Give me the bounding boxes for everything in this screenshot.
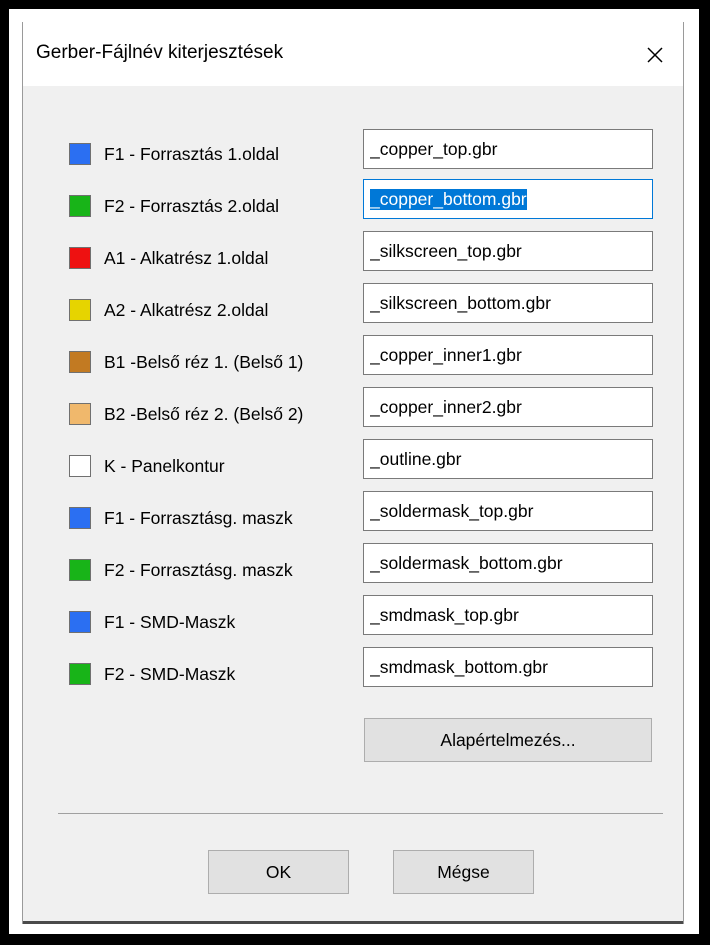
ok-button[interactable]: OK bbox=[208, 850, 349, 894]
title-bar: Gerber-Fájlnév kiterjesztések bbox=[23, 22, 683, 86]
layer-name: F2 - Forrasztás 2.oldal bbox=[104, 195, 280, 216]
layer-extension-input-b1-inner[interactable] bbox=[363, 335, 653, 375]
layer-name: F2 - SMD-Maszk bbox=[104, 663, 236, 684]
layer-name: F1 - SMD-Maszk bbox=[104, 611, 236, 632]
layer-label-f1-copper: F1 - Forrasztás 1.oldal bbox=[69, 142, 279, 166]
layer-extension-input-b2-inner[interactable] bbox=[363, 387, 653, 427]
layer-color-swatch bbox=[69, 195, 91, 217]
layer-extension-input-a2-silkscreen[interactable] bbox=[363, 283, 653, 323]
layer-color-swatch bbox=[69, 403, 91, 425]
layer-extension-input-k-outline[interactable] bbox=[363, 439, 653, 479]
window-bottom-border bbox=[23, 921, 683, 924]
cancel-button[interactable]: Mégse bbox=[393, 850, 534, 894]
layer-color-swatch bbox=[69, 611, 91, 633]
gerber-extensions-dialog: Gerber-Fájlnév kiterjesztések F1 - Forra… bbox=[22, 22, 684, 924]
layer-label-f1-soldermask: F1 - Forrasztásg. maszk bbox=[69, 506, 293, 530]
layer-name: B1 -Belső réz 1. (Belső 1) bbox=[104, 351, 304, 372]
layer-label-f2-copper: F2 - Forrasztás 2.oldal bbox=[69, 194, 279, 218]
layer-extension-input-f2-copper[interactable] bbox=[363, 179, 653, 219]
layer-extension-input-f1-soldermask[interactable] bbox=[363, 491, 653, 531]
defaults-button[interactable]: Alapértelmezés... bbox=[364, 718, 652, 762]
layer-extension-input-f2-smdmask[interactable] bbox=[363, 647, 653, 687]
layer-extension-input-f1-smdmask[interactable] bbox=[363, 595, 653, 635]
layer-color-swatch bbox=[69, 351, 91, 373]
layer-color-swatch bbox=[69, 559, 91, 581]
close-button[interactable] bbox=[635, 35, 675, 75]
layer-extension-input-f2-soldermask[interactable] bbox=[363, 543, 653, 583]
layer-color-swatch bbox=[69, 143, 91, 165]
layer-name: F1 - Forrasztás 1.oldal bbox=[104, 143, 280, 164]
close-icon bbox=[647, 47, 663, 63]
layer-name: A2 - Alkatrész 2.oldal bbox=[104, 299, 269, 320]
layer-label-a1-silkscreen: A1 - Alkatrész 1.oldal bbox=[69, 246, 268, 270]
dialog-title: Gerber-Fájlnév kiterjesztések bbox=[36, 42, 284, 63]
layer-label-f2-smdmask: F2 - SMD-Maszk bbox=[69, 662, 235, 686]
layer-name: K - Panelkontur bbox=[104, 455, 225, 476]
layer-label-f2-soldermask: F2 - Forrasztásg. maszk bbox=[69, 558, 293, 582]
layer-label-k-outline: K - Panelkontur bbox=[69, 454, 225, 478]
separator bbox=[58, 813, 663, 814]
layer-label-f1-smdmask: F1 - SMD-Maszk bbox=[69, 610, 235, 634]
layer-label-b1-inner: B1 -Belső réz 1. (Belső 1) bbox=[69, 350, 303, 374]
layer-color-swatch bbox=[69, 663, 91, 685]
layer-color-swatch bbox=[69, 247, 91, 269]
layer-name: B2 -Belső réz 2. (Belső 2) bbox=[104, 403, 304, 424]
layer-name: F1 - Forrasztásg. maszk bbox=[104, 507, 293, 528]
layer-color-swatch bbox=[69, 299, 91, 321]
layer-extension-input-a1-silkscreen[interactable] bbox=[363, 231, 653, 271]
layer-color-swatch bbox=[69, 507, 91, 529]
layer-extension-input-f1-copper[interactable] bbox=[363, 129, 653, 169]
layer-name: A1 - Alkatrész 1.oldal bbox=[104, 247, 269, 268]
layer-label-a2-silkscreen: A2 - Alkatrész 2.oldal bbox=[69, 298, 268, 322]
layer-color-swatch bbox=[69, 455, 91, 477]
layer-label-b2-inner: B2 -Belső réz 2. (Belső 2) bbox=[69, 402, 303, 426]
layer-name: F2 - Forrasztásg. maszk bbox=[104, 559, 293, 580]
